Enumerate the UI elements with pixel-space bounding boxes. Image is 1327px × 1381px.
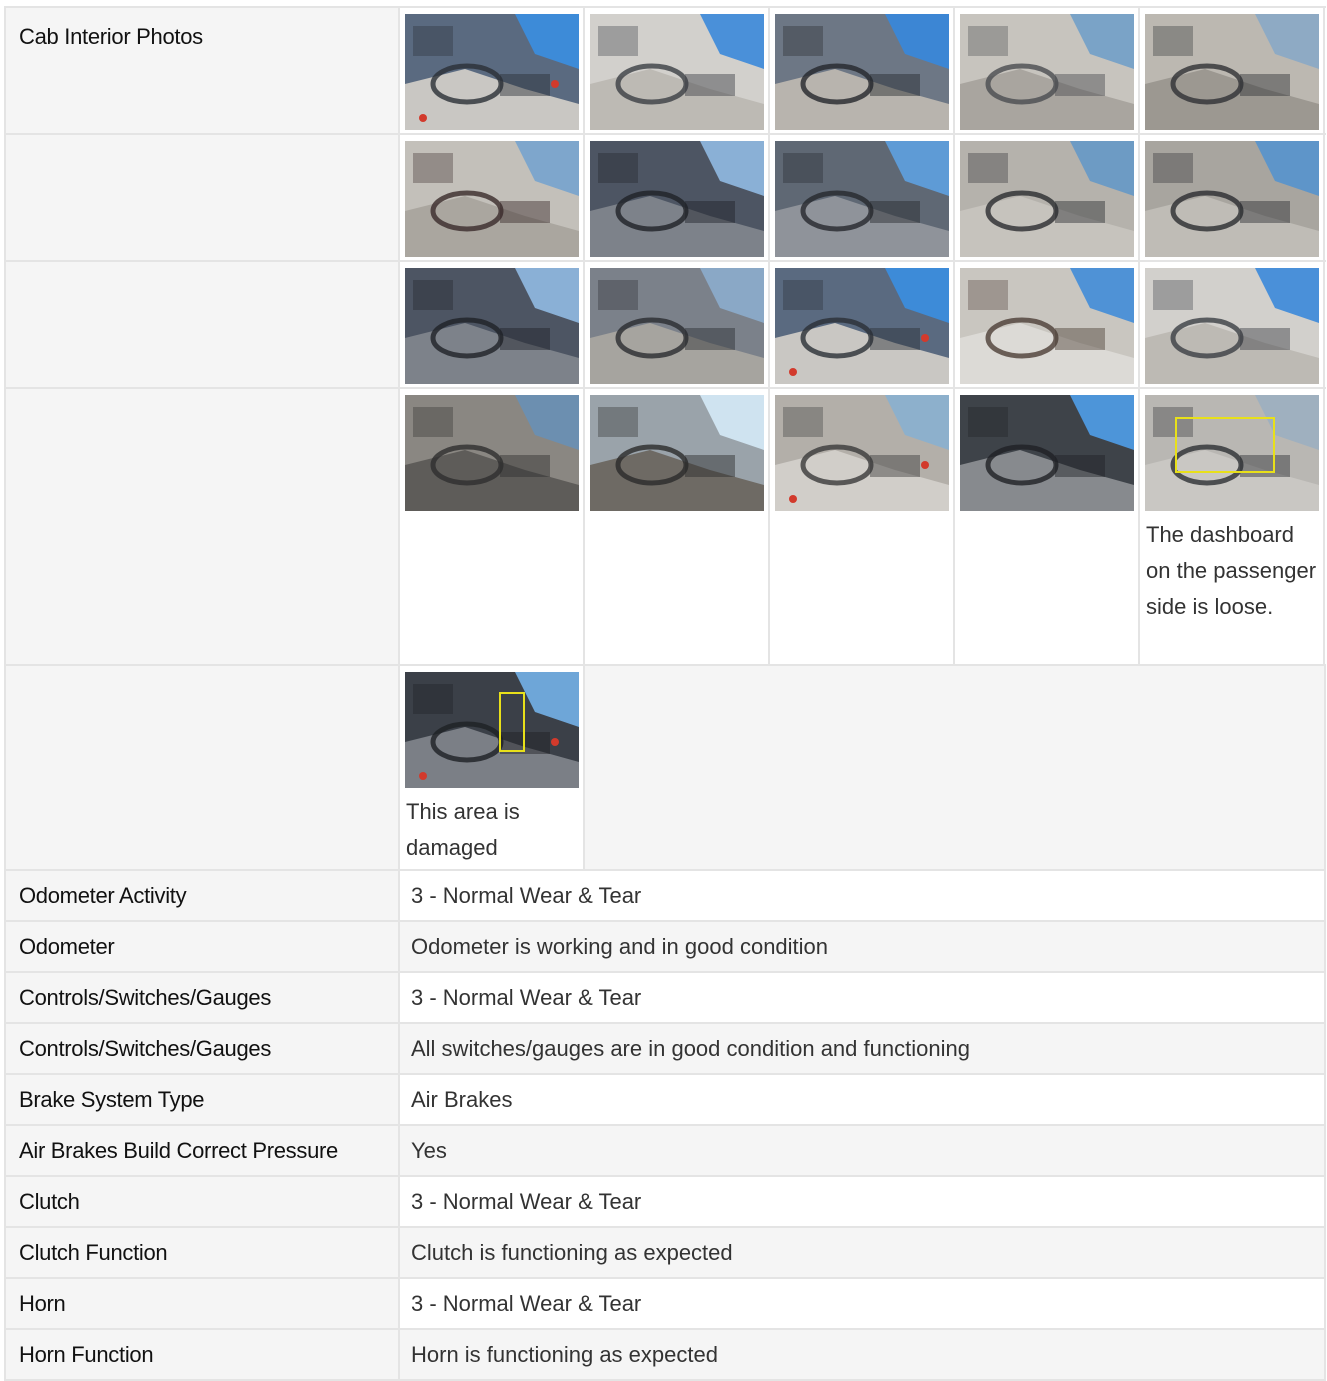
row-label: Controls/Switches/Gauges <box>4 973 400 1022</box>
photo-driver-seat[interactable] <box>405 395 579 511</box>
table-row: Brake System Type Air Brakes <box>4 1075 1326 1126</box>
photo-shifter[interactable] <box>590 268 764 384</box>
table-row: Horn 3 - Normal Wear & Tear <box>4 1279 1326 1330</box>
row-label: Cab Interior Photos <box>4 8 400 133</box>
photo-dash-passenger[interactable] <box>960 395 1134 511</box>
photo-passenger-floor[interactable] <box>1145 14 1319 130</box>
highlight-box <box>1175 417 1275 473</box>
photo-cells: This area is damaged <box>400 666 1326 869</box>
photo-cell <box>955 8 1140 133</box>
photo-cells <box>400 135 1326 260</box>
row-label <box>4 666 400 869</box>
photo-dashboard-wheel[interactable] <box>590 141 764 257</box>
photo-cell <box>955 135 1140 260</box>
row-label: Odometer Activity <box>4 871 400 920</box>
photo-door-open[interactable] <box>405 14 579 130</box>
table-row: Odometer Activity 3 - Normal Wear & Tear <box>4 871 1326 922</box>
photo-row: This area is damaged <box>4 666 1326 871</box>
highlight-box <box>499 692 525 752</box>
table-row: Clutch Function Clutch is functioning as … <box>4 1228 1326 1279</box>
photo-caption: The dashboard on the passenger side is l… <box>1146 522 1317 619</box>
photo-cell <box>585 262 770 387</box>
photo-seat-base[interactable] <box>405 141 579 257</box>
row-label: Horn Function <box>4 1330 400 1379</box>
photo-cells: The dashboard on the passenger side is l… <box>400 389 1326 664</box>
photo-headliner[interactable] <box>590 14 764 130</box>
row-label <box>4 262 400 387</box>
photo-cell <box>585 389 770 664</box>
photo-seat-belt[interactable] <box>775 395 949 511</box>
row-value: Horn is functioning as expected <box>400 1330 1326 1379</box>
photo-cell <box>770 262 955 387</box>
photo-cell <box>955 389 1140 664</box>
row-label: Odometer <box>4 922 400 971</box>
table-row: Controls/Switches/Gauges 3 - Normal Wear … <box>4 973 1326 1024</box>
photo-wheel-window[interactable] <box>775 141 949 257</box>
table-row: Controls/Switches/Gauges All switches/gau… <box>4 1024 1326 1075</box>
photo-cell <box>400 135 585 260</box>
photo-row <box>4 135 1326 262</box>
photo-cell <box>955 262 1140 387</box>
row-value: All switches/gauges are in good conditio… <box>400 1024 1326 1073</box>
row-value: Yes <box>400 1126 1326 1175</box>
photo-loose-dash[interactable] <box>1145 395 1319 511</box>
photo-overhead-net[interactable] <box>960 141 1134 257</box>
photo-floor-mat[interactable] <box>960 14 1134 130</box>
photo-dash-panel[interactable] <box>405 268 579 384</box>
photo-cell <box>1140 8 1325 133</box>
empty-cell <box>585 666 1326 869</box>
row-value: 3 - Normal Wear & Tear <box>400 1177 1326 1226</box>
row-value: 3 - Normal Wear & Tear <box>400 1279 1326 1328</box>
photo-sleeper[interactable] <box>960 268 1134 384</box>
photo-row: The dashboard on the passenger side is l… <box>4 389 1326 666</box>
photo-cell <box>400 389 585 664</box>
row-label: Brake System Type <box>4 1075 400 1124</box>
row-label: Controls/Switches/Gauges <box>4 1024 400 1073</box>
photo-cell <box>400 262 585 387</box>
row-label: Air Brakes Build Correct Pressure <box>4 1126 400 1175</box>
photo-cab-rear[interactable] <box>1145 268 1319 384</box>
photo-cell <box>1140 262 1325 387</box>
photo-caption: This area is damaged <box>406 799 520 860</box>
photo-cell: This area is damaged <box>400 666 585 869</box>
photo-cell <box>585 135 770 260</box>
photo-cell <box>770 135 955 260</box>
photo-steering-seat[interactable] <box>775 14 949 130</box>
inspection-table: Cab Interior Photos The dashboard on the … <box>4 6 1326 1381</box>
photo-damaged-area[interactable] <box>405 672 579 788</box>
row-label: Clutch <box>4 1177 400 1226</box>
row-value: 3 - Normal Wear & Tear <box>400 973 1326 1022</box>
row-value: 3 - Normal Wear & Tear <box>400 871 1326 920</box>
photo-cell <box>585 8 770 133</box>
row-label <box>4 135 400 260</box>
photo-cell <box>400 8 585 133</box>
photo-row: Cab Interior Photos <box>4 6 1326 135</box>
photo-row <box>4 262 1326 389</box>
photo-cell <box>770 389 955 664</box>
row-value: Odometer is working and in good conditio… <box>400 922 1326 971</box>
photo-cells <box>400 262 1326 387</box>
table-row: Air Brakes Build Correct Pressure Yes <box>4 1126 1326 1177</box>
row-value: Clutch is functioning as expected <box>400 1228 1326 1277</box>
photo-cell <box>1140 135 1325 260</box>
table-row: Clutch 3 - Normal Wear & Tear <box>4 1177 1326 1228</box>
table-row: Horn Function Horn is functioning as expe… <box>4 1330 1326 1381</box>
photo-passenger-door[interactable] <box>775 268 949 384</box>
photo-cells <box>400 8 1326 133</box>
photo-cab-side[interactable] <box>590 395 764 511</box>
photo-cell: The dashboard on the passenger side is l… <box>1140 389 1325 664</box>
row-label <box>4 389 400 664</box>
row-value: Air Brakes <box>400 1075 1326 1124</box>
row-label: Clutch Function <box>4 1228 400 1277</box>
table-row: Odometer Odometer is working and in good … <box>4 922 1326 973</box>
photo-overhead-console[interactable] <box>1145 141 1319 257</box>
photo-cell <box>770 8 955 133</box>
row-label: Horn <box>4 1279 400 1328</box>
